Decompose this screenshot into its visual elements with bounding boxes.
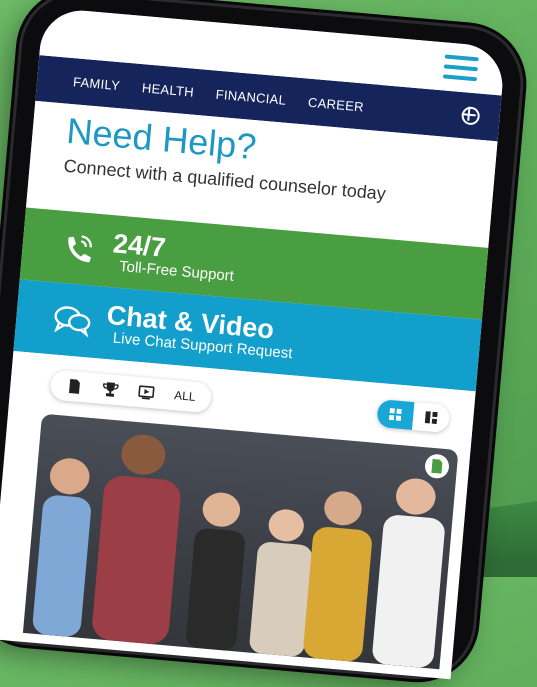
document-icon[interactable] (66, 378, 83, 395)
nav-item-financial[interactable]: FINANCIAL (215, 86, 287, 107)
phone-frame: FAMILY HEALTH FINANCIAL CAREER Need Help… (0, 0, 526, 681)
video-icon[interactable] (138, 384, 155, 401)
support-text: 24/7 Toll-Free Support (111, 228, 238, 285)
featured-photo[interactable] (22, 413, 459, 670)
chat-bubbles-icon (54, 306, 91, 338)
grid-view-button[interactable] (376, 398, 415, 430)
chat-text: Chat & Video Live Chat Support Request (104, 300, 295, 362)
list-icon (424, 411, 438, 425)
filter-all[interactable]: ALL (174, 388, 196, 404)
content-type-filter: ALL (49, 369, 213, 414)
hamburger-menu-icon[interactable] (442, 54, 479, 83)
nav-item-career[interactable]: CAREER (307, 94, 364, 114)
phone-screen: FAMILY HEALTH FINANCIAL CAREER Need Help… (0, 7, 506, 680)
phone-mockup: FAMILY HEALTH FINANCIAL CAREER Need Help… (0, 0, 537, 681)
nav-item-health[interactable]: HEALTH (141, 80, 194, 99)
nav-item-family[interactable]: FAMILY (73, 74, 121, 93)
phone-call-icon (68, 235, 92, 263)
view-toggle (376, 398, 451, 434)
grid-icon (388, 407, 402, 421)
trophy-icon[interactable] (102, 381, 119, 398)
list-view-button[interactable] (412, 402, 451, 434)
globe-icon[interactable] (460, 106, 481, 126)
group-people-illustration (32, 434, 445, 668)
